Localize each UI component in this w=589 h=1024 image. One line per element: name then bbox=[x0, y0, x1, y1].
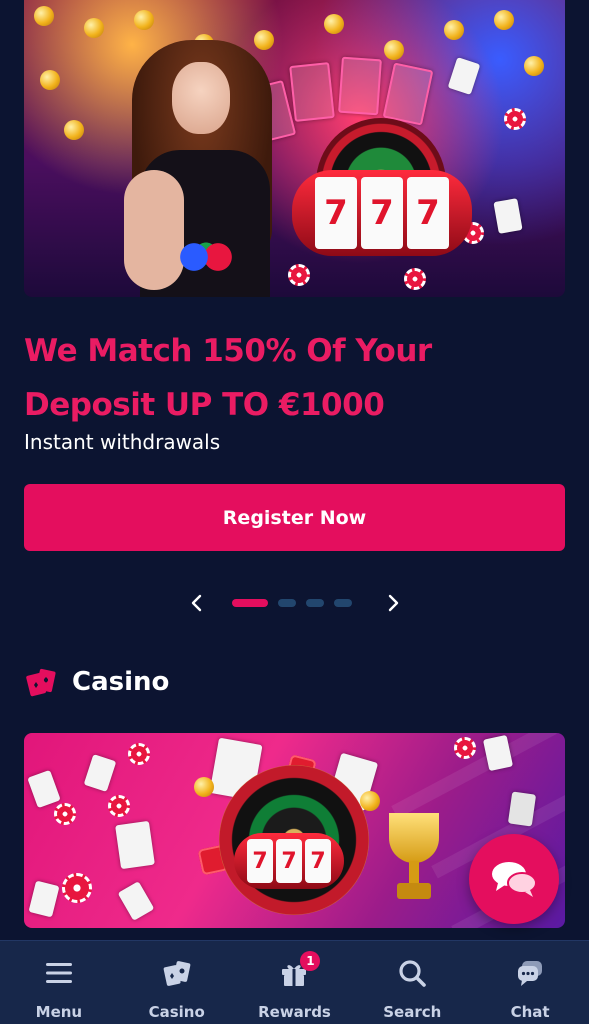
slot-machine-graphic: 7 7 7 bbox=[234, 833, 344, 893]
nav-item-menu[interactable]: Menu bbox=[4, 941, 114, 1024]
cards-icon bbox=[26, 668, 56, 697]
chat-icon bbox=[518, 961, 543, 986]
slot-reel: 7 bbox=[361, 177, 403, 249]
slot-reel: 7 bbox=[407, 177, 449, 249]
chat-bubbles-icon bbox=[492, 862, 537, 897]
promo-headline-line2: Deposit UP TO €1000 bbox=[24, 387, 385, 423]
casino-section-title: Casino bbox=[72, 667, 170, 697]
trophy-graphic bbox=[389, 813, 439, 903]
hostess-figure bbox=[120, 40, 296, 297]
carousel-pagination bbox=[232, 599, 352, 607]
promo-headline: We Match 150% Of Your Deposit UP TO €100… bbox=[24, 324, 565, 432]
carousel-prev-button[interactable] bbox=[185, 589, 209, 617]
nav-label: Menu bbox=[35, 1003, 83, 1021]
slot-reel: 7 bbox=[276, 839, 302, 883]
rewards-count-badge: 1 bbox=[300, 951, 321, 971]
search-icon bbox=[399, 960, 427, 987]
carousel-dot[interactable] bbox=[334, 599, 352, 607]
carousel-dot[interactable] bbox=[306, 599, 324, 607]
nav-item-chat[interactable]: Chat bbox=[475, 941, 585, 1024]
bottom-navigation: Menu Casino 1 Rewards Search Chat bbox=[0, 940, 589, 1024]
slot-reel: 7 bbox=[315, 177, 357, 249]
chevron-right-icon bbox=[388, 594, 399, 612]
carousel-dot[interactable] bbox=[232, 599, 268, 607]
hero-banner-image: 7 7 7 bbox=[24, 0, 565, 297]
slot-reel: 7 bbox=[305, 839, 331, 883]
carousel-next-button[interactable] bbox=[381, 589, 405, 617]
nav-label: Casino bbox=[148, 1003, 205, 1021]
live-chat-button[interactable] bbox=[469, 834, 559, 924]
nav-label: Rewards bbox=[258, 1003, 331, 1021]
promo-subtitle: Instant withdrawals bbox=[24, 430, 221, 454]
nav-item-rewards[interactable]: 1 Rewards bbox=[239, 941, 349, 1024]
casino-section-header: Casino bbox=[24, 662, 169, 702]
carousel-dot[interactable] bbox=[278, 599, 296, 607]
nav-label: Search bbox=[383, 1003, 442, 1021]
nav-label: Chat bbox=[510, 1003, 550, 1021]
nav-item-casino[interactable]: Casino bbox=[122, 941, 232, 1024]
chevron-left-icon bbox=[191, 594, 202, 612]
promo-headline-line1: We Match 150% Of Your bbox=[24, 333, 432, 369]
register-now-button[interactable]: Register Now bbox=[24, 484, 565, 551]
slot-reel: 7 bbox=[247, 839, 273, 883]
menu-icon bbox=[45, 963, 72, 983]
nav-item-search[interactable]: Search bbox=[357, 941, 467, 1024]
cards-icon bbox=[163, 961, 191, 986]
slot-machine-graphic: 7 7 7 bbox=[292, 118, 472, 278]
